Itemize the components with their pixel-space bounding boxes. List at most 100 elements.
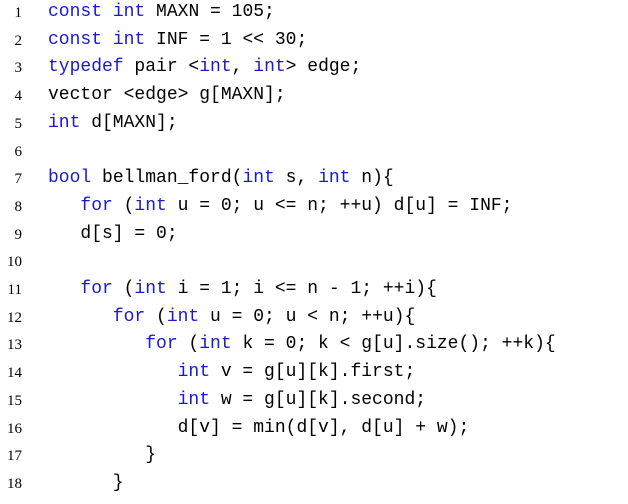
keyword-token: int bbox=[166, 306, 200, 327]
code-token: ( bbox=[145, 306, 167, 327]
keyword-token: bool bbox=[48, 168, 92, 189]
line-code: bool bellman_ford(int s, int n){ bbox=[48, 168, 394, 188]
code-line: 4 vector <edge> g[MAXN]; bbox=[0, 85, 628, 112]
keyword-token: int bbox=[112, 2, 146, 22]
keyword-token: for bbox=[145, 334, 178, 355]
line-code: } bbox=[48, 473, 124, 493]
line-code: d[s] = 0; bbox=[48, 223, 178, 244]
line-code: const int INF = 1 << 30; bbox=[48, 30, 307, 50]
line-code: for (int i = 1; i <= n - 1; ++i){ bbox=[48, 279, 437, 299]
code-token: d[v] = min(d[v], d[u] + w); bbox=[48, 417, 470, 438]
line-number: 3 bbox=[14, 60, 23, 77]
code-token: d[MAXN]; bbox=[80, 112, 178, 133]
line-number: 6 bbox=[14, 143, 23, 160]
line-number: 16 bbox=[7, 420, 22, 437]
code-token: w = g[u][k].second; bbox=[210, 389, 427, 410]
code-token: u = 0; u < n; ++u){ bbox=[199, 306, 416, 327]
line-number: 9 bbox=[14, 226, 23, 243]
keyword-token: int bbox=[134, 279, 167, 299]
code-line: 1 const int MAXN = 105; bbox=[0, 2, 628, 29]
code-line: 8 for (int u = 0; u <= n; ++u) d[u] = IN… bbox=[0, 196, 628, 223]
line-number: 11 bbox=[7, 282, 22, 298]
line-number: 17 bbox=[7, 448, 22, 465]
line-code: } bbox=[48, 445, 156, 465]
code-token: INF = 1 << 30; bbox=[145, 29, 308, 50]
keyword-token: int bbox=[253, 57, 286, 78]
code-token: v = g[u][k].first; bbox=[210, 362, 416, 383]
keyword-token: const bbox=[48, 2, 103, 22]
code-line: 12 for (int u = 0; u < n; ++u){ bbox=[0, 307, 628, 334]
line-code: int v = g[u][k].first; bbox=[48, 362, 416, 383]
code-token: vector <edge> g[MAXN]; bbox=[48, 85, 286, 106]
code-token: n){ bbox=[350, 168, 394, 189]
code-line: 2 const int INF = 1 << 30; bbox=[0, 30, 628, 57]
code-line: 3 typedef pair <int, int> edge; bbox=[0, 57, 628, 84]
line-number: 15 bbox=[7, 392, 22, 409]
code-token: d[s] = 0; bbox=[48, 223, 178, 244]
line-code: for (int u = 0; u <= n; ++u) d[u] = INF; bbox=[48, 196, 512, 216]
keyword-token: int bbox=[199, 334, 232, 355]
line-number: 12 bbox=[7, 309, 22, 326]
code-token: } bbox=[48, 445, 157, 466]
line-code: int w = g[u][k].second; bbox=[48, 390, 426, 410]
line-code: typedef pair <int, int> edge; bbox=[48, 57, 361, 77]
line-code: d[v] = min(d[v], d[u] + w); bbox=[48, 417, 470, 438]
keyword-token: for bbox=[80, 195, 113, 216]
code-token: ( bbox=[112, 195, 135, 216]
keyword-token: int bbox=[177, 362, 211, 383]
code-line: 15 int w = g[u][k].second; bbox=[0, 390, 628, 417]
keyword-token: int bbox=[112, 29, 146, 50]
line-number: 7 bbox=[14, 171, 23, 188]
code-token: pair < bbox=[123, 57, 200, 78]
code-token: u = 0; u <= n; ++u) d[u] = INF; bbox=[166, 195, 513, 216]
code-token: i = 1; i <= n - 1; ++i){ bbox=[166, 279, 437, 299]
line-number: 1 bbox=[14, 5, 23, 21]
code-line: 18 } bbox=[0, 473, 628, 500]
code-line: 9 d[s] = 0; bbox=[0, 224, 628, 251]
code-token: ( bbox=[112, 279, 135, 299]
keyword-token: typedef bbox=[48, 57, 124, 78]
code-token: MAXN = 105; bbox=[145, 2, 275, 22]
line-code: for (int u = 0; u < n; ++u){ bbox=[48, 307, 415, 327]
keyword-token: for bbox=[80, 279, 113, 299]
line-number: 10 bbox=[7, 254, 22, 271]
code-line: 17 } bbox=[0, 445, 628, 472]
keyword-token: int bbox=[177, 389, 211, 410]
code-token: , bbox=[231, 57, 254, 78]
line-number: 8 bbox=[14, 198, 23, 215]
line-code: vector <edge> g[MAXN]; bbox=[48, 85, 286, 105]
line-number: 2 bbox=[14, 32, 23, 49]
line-number: 5 bbox=[14, 115, 23, 132]
line-code: for (int k = 0; k < g[u].size(); ++k){ bbox=[48, 334, 556, 355]
code-line: 16 d[v] = min(d[v], d[u] + w); bbox=[0, 418, 628, 445]
code-line: 13 for (int k = 0; k < g[u].size(); ++k)… bbox=[0, 334, 628, 361]
keyword-token: int bbox=[318, 168, 351, 189]
code-line: 5 int d[MAXN]; bbox=[0, 113, 628, 140]
line-code: int d[MAXN]; bbox=[48, 113, 178, 133]
line-code: const int MAXN = 105; bbox=[48, 2, 275, 22]
line-number: 4 bbox=[14, 88, 23, 105]
keyword-token: const bbox=[48, 29, 103, 50]
keyword-token: int bbox=[242, 168, 275, 189]
keyword-token: for bbox=[112, 306, 146, 327]
code-token: } bbox=[48, 472, 124, 493]
line-number: 13 bbox=[7, 337, 22, 354]
code-line: 11 for (int i = 1; i <= n - 1; ++i){ bbox=[0, 279, 628, 306]
code-token: ( bbox=[177, 334, 200, 355]
keyword-token: int bbox=[48, 112, 81, 133]
keyword-token: int bbox=[134, 195, 167, 216]
code-line: 10 bbox=[0, 251, 628, 278]
code-line: 6 bbox=[0, 141, 628, 168]
code-line: 14 int v = g[u][k].first; bbox=[0, 362, 628, 389]
code-token: bellman_ford( bbox=[91, 168, 243, 189]
line-number: 18 bbox=[7, 475, 22, 492]
code-token: k = 0; k < g[u].size(); ++k){ bbox=[231, 334, 556, 355]
